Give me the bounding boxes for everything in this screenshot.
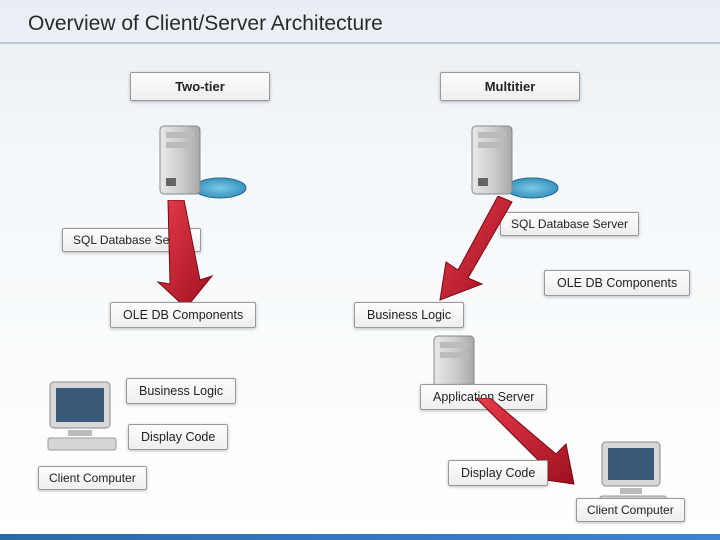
server-icon [462, 118, 562, 208]
arrow-icon [156, 200, 216, 310]
page-title: Overview of Client/Server Architecture [28, 12, 383, 36]
display-code-left: Display Code [128, 424, 228, 450]
footer-bar [0, 534, 720, 540]
multitier-label: Multitier [440, 72, 580, 101]
monitor-icon [44, 378, 128, 454]
application-server: Application Server [420, 384, 547, 410]
two-tier-label: Two-tier [130, 72, 270, 101]
sql-db-server-left: SQL Database Server [62, 228, 201, 252]
server-icon [150, 118, 250, 208]
business-logic-right: Business Logic [354, 302, 464, 328]
ole-db-left: OLE DB Components [110, 302, 256, 328]
display-code-right: Display Code [448, 460, 548, 486]
client-computer-left: Client Computer [38, 466, 147, 490]
sql-db-server-right: SQL Database Server [500, 212, 639, 236]
business-logic-left: Business Logic [126, 378, 236, 404]
title-underline [0, 42, 720, 44]
ole-db-right: OLE DB Components [544, 270, 690, 296]
client-computer-right: Client Computer [576, 498, 685, 522]
